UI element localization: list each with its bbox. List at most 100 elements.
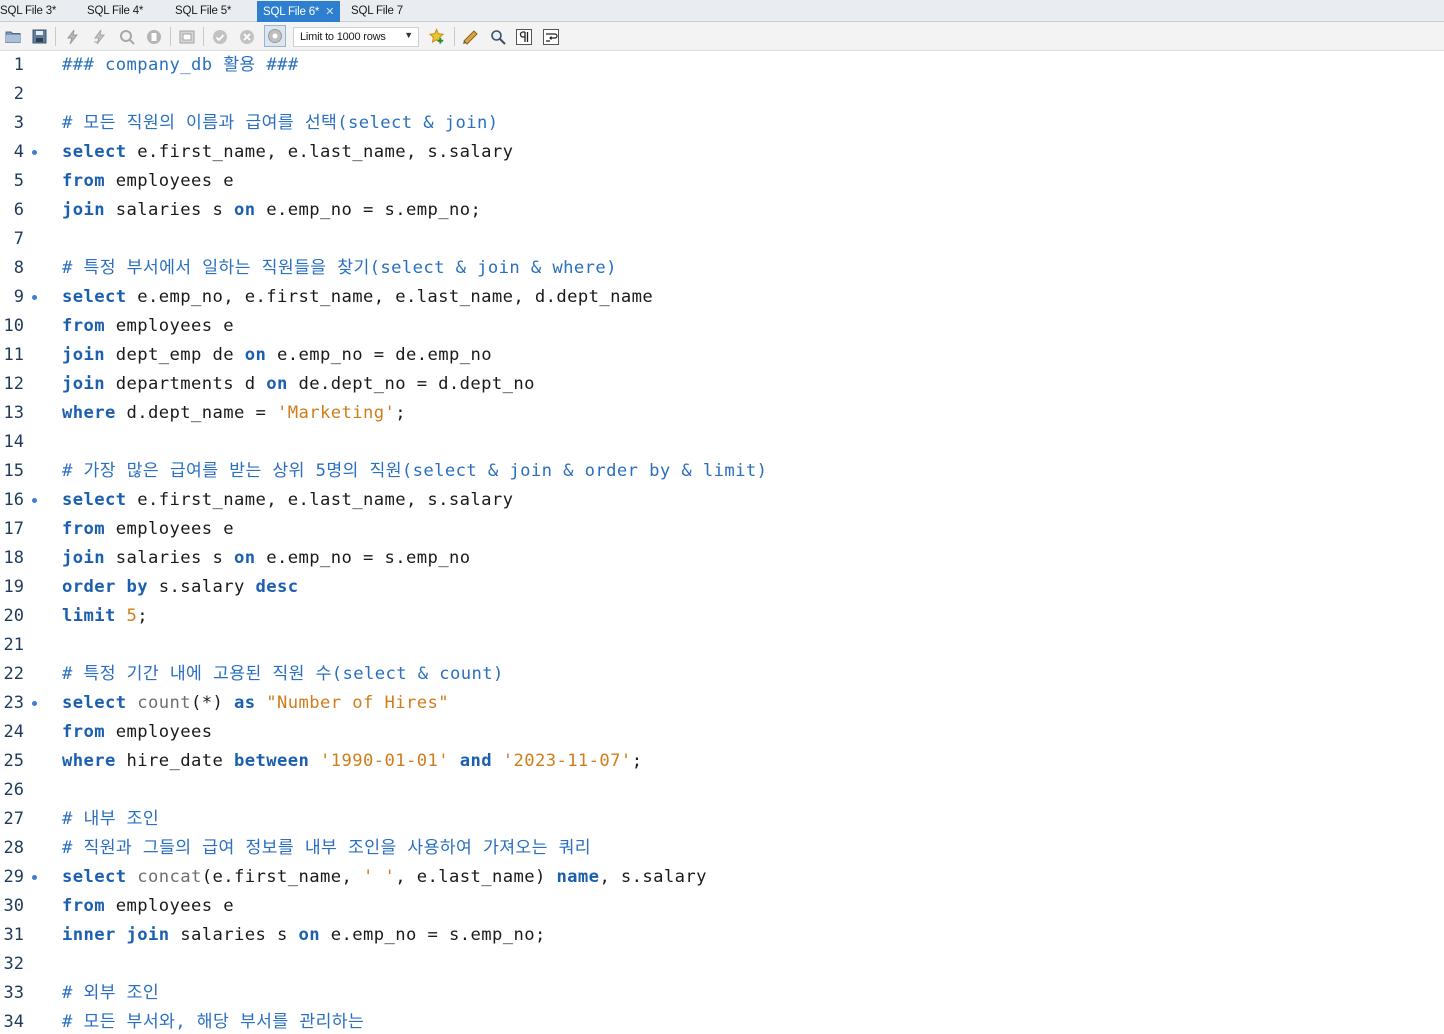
toggle-output-icon[interactable] (178, 28, 195, 45)
open-folder-icon[interactable] (5, 28, 22, 45)
tab-sql-file-6[interactable]: SQL File 6* ✕ (257, 1, 341, 22)
code-comment: # 가장 많은 급여를 받는 상위 5명의 직원(select & join &… (62, 461, 768, 481)
commit-icon[interactable] (211, 28, 228, 45)
editor-line: 1 ### company_db 활용 ### (0, 51, 1444, 80)
editor-line: 27 # 내부 조인 (0, 805, 1444, 834)
editor-line: 11 join dept_emp de on e.emp_no = de.emp… (0, 341, 1444, 370)
statement-marker-icon (32, 150, 37, 155)
line-number: 22 (3, 664, 24, 684)
tab-label: SQL File 4* (87, 5, 144, 17)
line-number: 10 (3, 316, 24, 336)
code-comment: # 직원과 그들의 급여 정보를 내부 조인을 사용하여 가져오는 쿼리 (62, 838, 592, 858)
autocommit-icon[interactable] (264, 25, 286, 47)
editor-line: 34 # 모든 부서와, 해당 부서를 관리하는 (0, 1008, 1444, 1034)
limit-rows-dropdown[interactable]: Limit to 1000 rows ▼ (293, 27, 419, 47)
statement-marker-icon (32, 498, 37, 503)
code-text: from employees e (62, 316, 234, 336)
code-text: ### company_db 활용 ### (62, 55, 299, 75)
code-text: join salaries s on e.emp_no = s.emp_no; (62, 200, 482, 220)
editor-line: 14 (0, 428, 1444, 457)
tab-sql-file-5[interactable]: SQL File 5* (175, 2, 231, 22)
code-text: order by s.salary desc (62, 577, 299, 597)
editor-line: 25 where hire_date between '1990-01-01' … (0, 747, 1444, 776)
line-number: 26 (3, 780, 24, 800)
editor-line: 16 select e.first_name, e.last_name, s.s… (0, 486, 1444, 515)
word-wrap-icon[interactable] (542, 28, 559, 45)
find-icon[interactable] (489, 28, 506, 45)
line-number: 27 (3, 809, 24, 829)
invisible-chars-icon[interactable] (515, 28, 532, 45)
line-number: 14 (3, 432, 24, 452)
toolbar-separator (203, 27, 204, 46)
tab-sql-file-3[interactable]: SQL File 3* (0, 2, 56, 22)
execute-icon[interactable] (64, 28, 81, 45)
code-text: from employees e (62, 896, 234, 916)
editor-line: 28 # 직원과 그들의 급여 정보를 내부 조인을 사용하여 가져오는 쿼리 (0, 834, 1444, 863)
editor-line: 8 # 특정 부서에서 일하는 직원들을 찾기(select & join & … (0, 254, 1444, 283)
editor-line: 3 # 모든 직원의 이름과 급여를 선택(select & join) (0, 109, 1444, 138)
editor-line: 5 from employees e (0, 167, 1444, 196)
code-comment: # 내부 조인 (62, 809, 160, 829)
rollback-icon[interactable] (238, 28, 255, 45)
execute-current-icon[interactable] (91, 28, 108, 45)
editor-line: 2 (0, 80, 1444, 109)
editor-line: 12 join departments d on de.dept_no = d.… (0, 370, 1444, 399)
code-text: from employees (62, 722, 213, 742)
beautify-icon[interactable] (462, 28, 479, 45)
line-number: 8 (13, 258, 24, 278)
editor-line: 9 select e.emp_no, e.first_name, e.last_… (0, 283, 1444, 312)
tab-sql-file-4[interactable]: SQL File 4* (87, 2, 143, 22)
line-number: 28 (3, 838, 24, 858)
tab-sql-file-7[interactable]: SQL File 7 (351, 2, 403, 22)
line-number: 25 (3, 751, 24, 771)
editor-line: 26 (0, 776, 1444, 805)
add-snippet-icon[interactable] (429, 28, 446, 45)
code-text: limit 5; (62, 606, 148, 626)
close-tab-icon[interactable]: ✕ (325, 6, 334, 18)
editor-line: 6 join salaries s on e.emp_no = s.emp_no… (0, 196, 1444, 225)
code-comment: # 특정 기간 내에 고용된 직원 수(select & count) (62, 664, 504, 684)
editor-line: 31 inner join salaries s on e.emp_no = s… (0, 921, 1444, 950)
editor-line: 24 from employees (0, 718, 1444, 747)
editor-tab-strip: SQL File 3* SQL File 4* SQL File 5* SQL … (0, 0, 1444, 22)
line-number: 7 (13, 229, 24, 249)
explain-icon[interactable] (118, 28, 135, 45)
editor-line: 10 from employees e (0, 312, 1444, 341)
line-number: 18 (3, 548, 24, 568)
code-text: join dept_emp de on e.emp_no = de.emp_no (62, 345, 492, 365)
save-icon[interactable] (31, 28, 48, 45)
toolbar-separator (454, 27, 455, 46)
line-number: 19 (3, 577, 24, 597)
line-number: 21 (3, 635, 24, 655)
line-number: 29 (3, 867, 24, 887)
limit-rows-value: Limit to 1000 rows (300, 31, 386, 43)
code-text: select concat(e.first_name, ' ', e.last_… (62, 867, 707, 887)
code-comment: # 모든 직원의 이름과 급여를 선택(select & join) (62, 113, 499, 133)
line-number: 5 (13, 171, 24, 191)
line-number: 1 (13, 55, 24, 75)
line-number: 17 (3, 519, 24, 539)
line-number: 16 (3, 490, 24, 510)
line-number: 13 (3, 403, 24, 423)
line-number: 24 (3, 722, 24, 742)
code-text: join salaries s on e.emp_no = s.emp_no (62, 548, 471, 568)
editor-line: 7 (0, 225, 1444, 254)
editor-line: 30 from employees e (0, 892, 1444, 921)
editor-line: 21 (0, 631, 1444, 660)
code-text: inner join salaries s on e.emp_no = s.em… (62, 925, 546, 945)
line-number: 31 (3, 925, 24, 945)
code-comment: # 모든 부서와, 해당 부서를 관리하는 (62, 1012, 365, 1032)
code-comment: # 특정 부서에서 일하는 직원들을 찾기(select & join & wh… (62, 258, 617, 278)
line-number: 34 (3, 1012, 24, 1032)
editor-line: 22 # 특정 기간 내에 고용된 직원 수(select & count) (0, 660, 1444, 689)
stop-icon[interactable] (145, 28, 162, 45)
tab-label: SQL File 5* (175, 5, 232, 17)
statement-marker-icon (32, 701, 37, 706)
code-text: where hire_date between '1990-01-01' and… (62, 751, 643, 771)
sql-editor[interactable]: 1 ### company_db 활용 ### 2 3 # 모든 직원의 이름과… (0, 51, 1444, 1034)
tab-label: SQL File 6* (263, 6, 320, 18)
line-number: 32 (3, 954, 24, 974)
sql-editor-toolbar: Limit to 1000 rows ▼ (0, 22, 1444, 51)
code-text: join departments d on de.dept_no = d.dep… (62, 374, 535, 394)
line-number: 6 (13, 200, 24, 220)
